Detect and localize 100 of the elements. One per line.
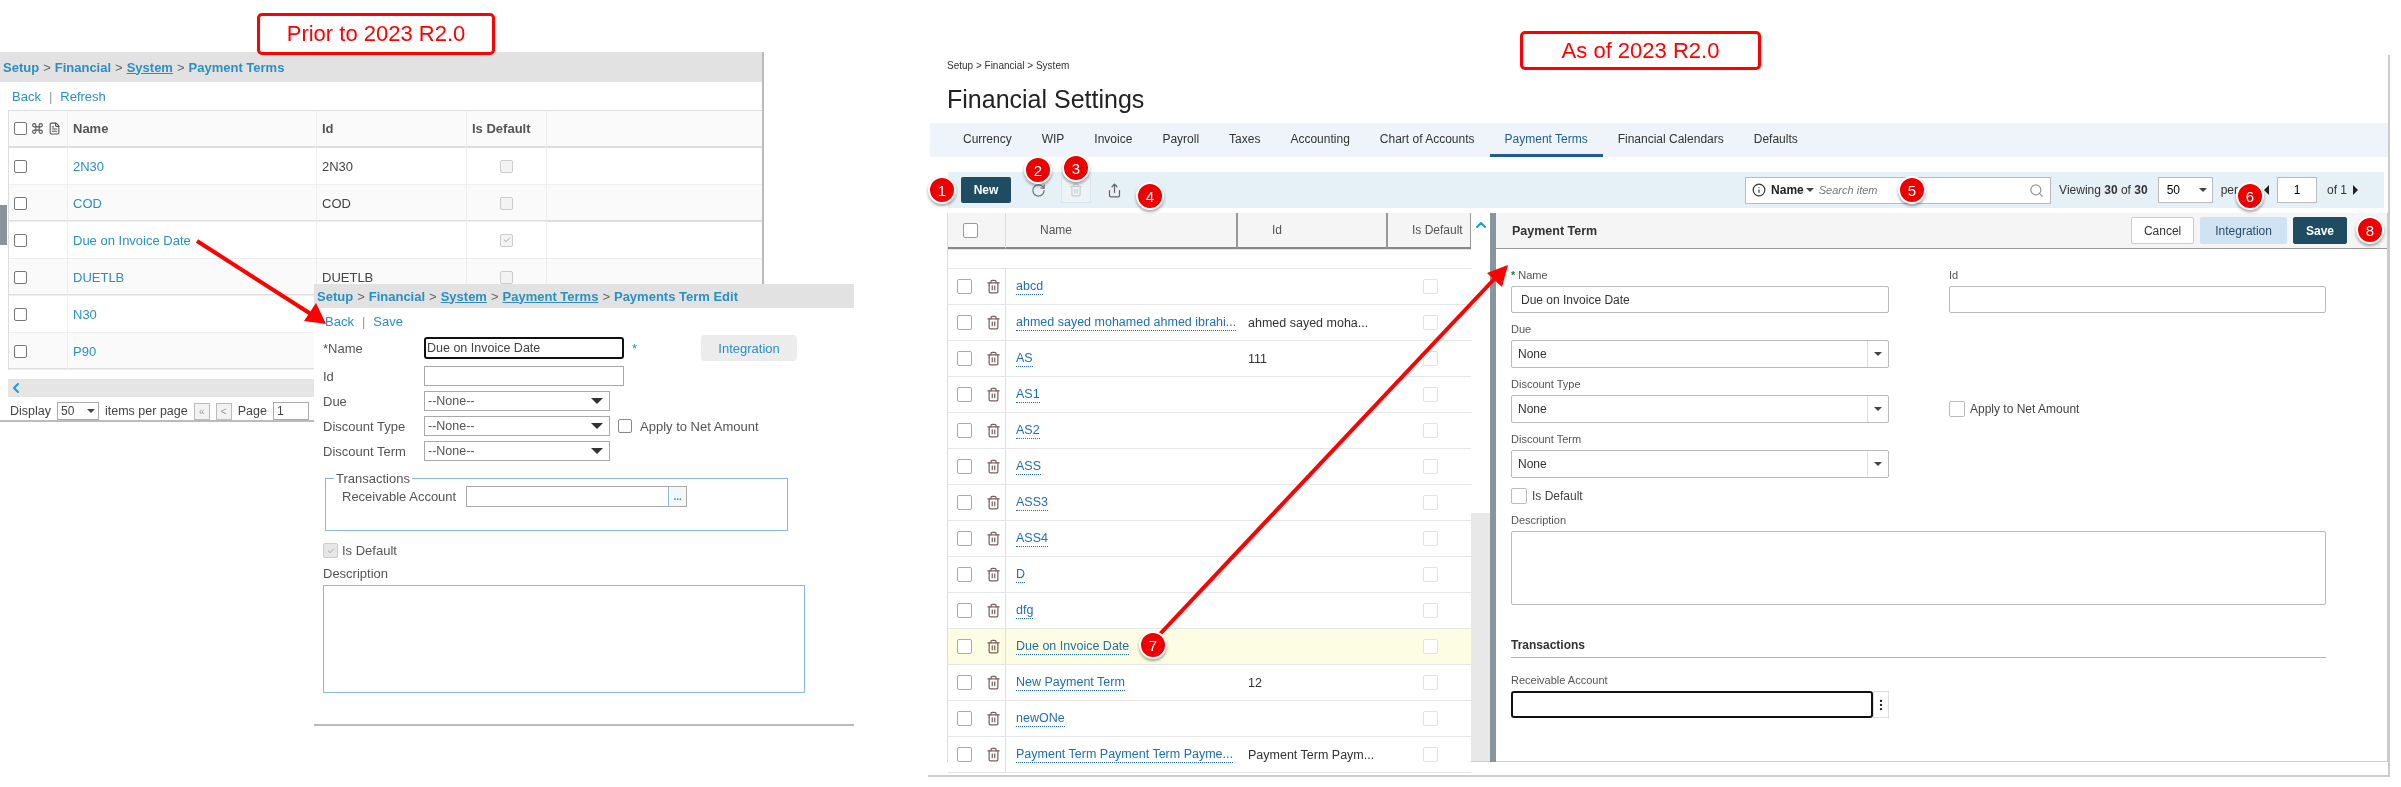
info-icon[interactable] (1752, 183, 1767, 197)
grid-row[interactable]: dfg (948, 593, 1471, 629)
grid-row[interactable]: abcd (948, 269, 1471, 305)
name-link[interactable]: newONe (1016, 710, 1065, 727)
dropdown[interactable]: --None-- (424, 416, 610, 436)
id-input[interactable] (1949, 286, 2326, 313)
table-cell[interactable]: COD (68, 185, 317, 222)
row-checkbox[interactable] (957, 747, 972, 762)
row-checkbox[interactable] (957, 531, 972, 546)
trash-icon[interactable] (986, 567, 1001, 582)
breadcrumb-link[interactable]: Payment Terms (502, 288, 599, 304)
tab[interactable]: Financial Calendars (1602, 123, 1739, 157)
column-header[interactable]: Is Default (1388, 213, 1472, 249)
name-link[interactable]: New Payment Term (1016, 674, 1125, 691)
next-page-icon[interactable] (2353, 185, 2358, 195)
search-icon[interactable] (2029, 182, 2045, 198)
row-checkbox[interactable] (957, 387, 972, 402)
grid-row[interactable]: ASS3 (948, 485, 1471, 521)
row-checkbox[interactable] (14, 233, 27, 247)
row-checkbox[interactable] (957, 459, 972, 474)
checkbox[interactable] (1511, 488, 1527, 504)
new-button[interactable]: New (961, 177, 1011, 203)
tab[interactable]: Currency (948, 123, 1027, 157)
action-button[interactable]: Cancel (2130, 217, 2195, 244)
export-icon[interactable] (1106, 182, 1122, 198)
row-checkbox[interactable] (14, 196, 27, 210)
row-checkbox[interactable] (957, 351, 972, 366)
column-header[interactable]: Name (1006, 213, 1238, 249)
grid-row[interactable]: New Payment Term 12 (948, 665, 1471, 701)
breadcrumb-link[interactable]: Payments Term Edit (613, 288, 738, 304)
tab[interactable]: Taxes (1214, 123, 1276, 157)
breadcrumb-link[interactable]: Payment Terms (188, 59, 285, 75)
page-size-select[interactable]: 50 (57, 402, 99, 420)
column-header[interactable]: Id (1238, 213, 1388, 249)
row-checkbox[interactable] (957, 675, 972, 690)
trash-icon[interactable] (986, 603, 1001, 618)
row-checkbox[interactable] (14, 270, 27, 284)
tab[interactable]: Payment Terms (1489, 123, 1603, 157)
trash-icon[interactable] (986, 711, 1001, 726)
name-input[interactable]: Due on Invoice Date (1511, 286, 1889, 313)
name-link[interactable]: ASS (1016, 458, 1041, 475)
dropdown[interactable]: --None-- (424, 391, 610, 411)
action-link[interactable]: Refresh (60, 89, 106, 104)
page-input[interactable]: 1 (2277, 177, 2317, 203)
trash-icon[interactable] (986, 315, 1001, 330)
checkbox[interactable] (618, 419, 632, 433)
row-checkbox[interactable] (957, 567, 972, 582)
grid-row[interactable]: newONe (948, 701, 1471, 737)
name-input[interactable]: Due on Invoice Date (424, 337, 624, 359)
page-size-select[interactable]: 50 (2157, 177, 2213, 203)
grid-row[interactable]: Payment Term Payment Term Payme... Payment Term Paym... (948, 737, 1471, 773)
trash-icon[interactable] (986, 495, 1001, 510)
trash-icon[interactable] (986, 387, 1001, 402)
list-icon[interactable] (48, 122, 61, 135)
grid-row[interactable]: D (948, 557, 1471, 593)
row-checkbox[interactable] (957, 639, 972, 654)
trash-icon[interactable] (986, 639, 1001, 654)
name-link[interactable]: Payment Term Payment Term Payme... (1016, 746, 1233, 763)
grid-row[interactable]: ASS (948, 449, 1471, 485)
row-checkbox[interactable] (14, 307, 27, 321)
tab[interactable]: Defaults (1738, 123, 1813, 157)
trash-icon[interactable] (986, 675, 1001, 690)
action-button[interactable]: Integration (2200, 217, 2287, 244)
action-button[interactable]: Save (2292, 217, 2347, 244)
tab[interactable]: Accounting (1275, 123, 1365, 157)
trash-icon[interactable] (986, 351, 1001, 366)
breadcrumb-link[interactable]: System (126, 59, 173, 75)
page-input[interactable]: 1 (272, 402, 309, 420)
row-checkbox[interactable] (957, 495, 972, 510)
grid-row[interactable]: AS 111 (948, 341, 1471, 377)
name-link[interactable]: AS (1016, 350, 1033, 367)
trash-icon[interactable] (986, 423, 1001, 438)
dropdown[interactable]: --None-- (424, 441, 610, 461)
row-checkbox[interactable] (957, 603, 972, 618)
name-link[interactable]: AS2 (1016, 422, 1040, 439)
breadcrumb-link[interactable]: Financial (54, 59, 112, 75)
command-icon[interactable] (31, 122, 44, 135)
tab[interactable]: WIP (1026, 123, 1080, 157)
name-link[interactable]: AS1 (1016, 386, 1040, 403)
dropdown[interactable]: None (1511, 450, 1889, 478)
row-checkbox[interactable] (14, 344, 27, 358)
dropdown[interactable]: None (1511, 340, 1889, 368)
name-link[interactable]: abcd (1016, 278, 1044, 295)
refresh-icon[interactable] (1030, 182, 1046, 198)
trash-icon[interactable] (986, 531, 1001, 546)
checkbox[interactable] (1949, 400, 1965, 417)
name-link[interactable]: dfg (1016, 602, 1034, 619)
row-checkbox[interactable] (957, 711, 972, 726)
lookup-button[interactable] (1873, 691, 1889, 718)
select-all-checkbox[interactable] (14, 122, 27, 135)
name-link[interactable]: ASS3 (1016, 494, 1048, 511)
select-all-checkbox[interactable] (963, 222, 978, 238)
lookup-button[interactable]: ... (668, 487, 687, 506)
table-cell[interactable]: Due on Invoice Date (68, 222, 317, 259)
panel-handle[interactable] (0, 205, 7, 245)
grid-row[interactable]: AS1 (948, 377, 1471, 413)
search-by-dropdown[interactable]: Name (1771, 183, 1814, 197)
integration-button[interactable]: Integration (701, 335, 798, 361)
tab[interactable]: Chart of Accounts (1364, 123, 1490, 157)
trash-icon[interactable] (986, 279, 1001, 294)
